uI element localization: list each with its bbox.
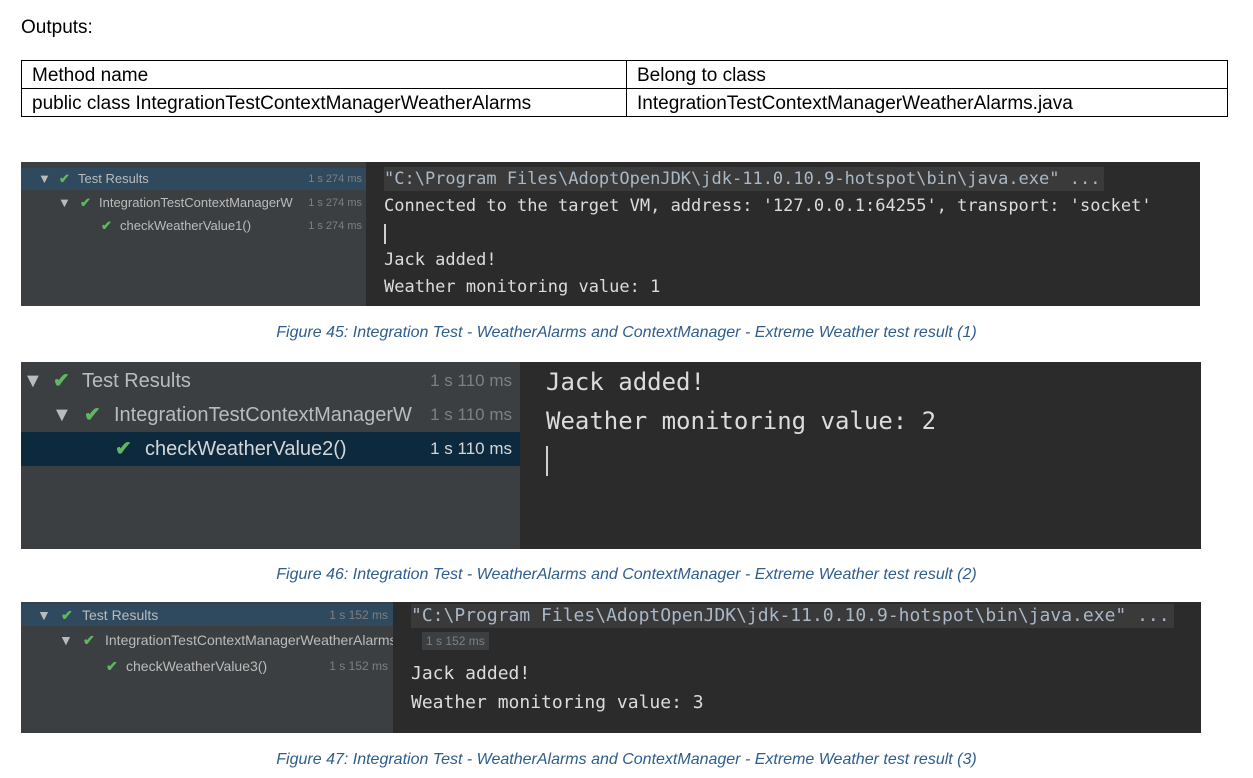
check-icon: ✔ <box>83 632 95 648</box>
console-line: Weather monitoring value: 3 <box>411 692 704 713</box>
tree-row-test-class[interactable]: ▼ ✔ IntegrationTestContextManagerWeather… <box>21 629 397 651</box>
expand-arrow-icon[interactable]: ▼ <box>52 398 72 432</box>
tree-label: checkWeatherValue1() <box>120 218 252 233</box>
tree-row-test-class[interactable]: ▼ ✔ IntegrationTestContextManagerW 1 s 1… <box>21 398 520 432</box>
check-icon: ✔ <box>61 607 73 623</box>
console-line: Jack added! <box>546 368 705 396</box>
console-command-line: "C:\Program Files\AdoptOpenJDK\jdk-11.0.… <box>384 167 1105 191</box>
tree-time: 1 s 274 ms <box>308 197 362 209</box>
tree-label: checkWeatherValue2() <box>145 438 347 460</box>
test-results-tree: ▼ ✔ Test Results 1 s 274 ms ▼ ✔ Integrat… <box>21 162 366 306</box>
figure-caption: Figure 47: Integration Test - WeatherAla… <box>276 751 977 768</box>
column-header-belong-to-class: Belong to class <box>626 60 1228 89</box>
tree-time: 1 s 110 ms <box>430 439 512 458</box>
outputs-heading: Outputs: <box>21 17 93 38</box>
tree-time: 1 s 152 ms <box>329 608 388 622</box>
check-icon: ✔ <box>84 404 101 426</box>
tree-label: IntegrationTestContextManagerW <box>99 195 293 210</box>
figure-caption: Figure 45: Integration Test - WeatherAla… <box>276 324 977 341</box>
text-cursor <box>384 224 386 244</box>
console-line: Jack added! <box>411 663 531 684</box>
tree-label: IntegrationTestContextManagerWeatherAlar… <box>105 632 397 648</box>
figure-caption: Figure 46: Integration Test - WeatherAla… <box>276 566 977 583</box>
tree-time: 1 s 152 ms <box>329 659 388 673</box>
tree-label: IntegrationTestContextManagerW <box>114 404 412 426</box>
expand-arrow-icon[interactable]: ▼ <box>59 629 73 651</box>
tree-label: Test Results <box>82 370 191 392</box>
tree-row-test-results[interactable]: ▼ ✔ Test Results 1 s 110 ms <box>21 364 520 398</box>
console-output[interactable]: "C:\Program Files\AdoptOpenJDK\jdk-11.0.… <box>366 162 1200 306</box>
text-cursor <box>546 446 548 476</box>
check-icon: ✔ <box>80 195 91 210</box>
class-file-cell: IntegrationTestContextManagerWeatherAlar… <box>626 88 1228 117</box>
tree-label: Test Results <box>78 171 149 186</box>
tree-row-test-method[interactable]: ✔ checkWeatherValue3() 1 s 152 ms <box>21 655 393 677</box>
tree-label: checkWeatherValue3() <box>126 658 268 674</box>
console-line: Weather monitoring value: 2 <box>546 407 937 435</box>
tree-row-test-results[interactable]: ▼ ✔ Test Results 1 s 274 ms <box>21 168 366 190</box>
tree-label: Test Results <box>82 607 159 623</box>
table-header-row: Method name Belong to class <box>21 60 1228 89</box>
console-output[interactable]: "C:\Program Files\AdoptOpenJDK\jdk-11.0.… <box>393 602 1201 733</box>
tree-time: 1 s 152 ms <box>422 632 489 650</box>
expand-arrow-icon[interactable]: ▼ <box>38 168 51 190</box>
console-line: Jack added! <box>384 250 497 270</box>
check-icon: ✔ <box>106 658 118 674</box>
tree-time: 1 s 274 ms <box>308 173 362 185</box>
console-line: Weather monitoring value: 1 <box>384 277 661 297</box>
expand-arrow-icon[interactable]: ▼ <box>37 604 51 626</box>
tree-row-test-class[interactable]: ▼ ✔ IntegrationTestContextManagerW 1 s 2… <box>21 192 366 214</box>
check-icon: ✔ <box>53 370 70 392</box>
table-row: public class IntegrationTestContextManag… <box>21 88 1228 117</box>
test-results-tree: ▼ ✔ Test Results 1 s 110 ms ▼ ✔ Integrat… <box>21 362 520 549</box>
method-name-cell: public class IntegrationTestContextManag… <box>21 88 627 117</box>
figure-46-screenshot: ▼ ✔ Test Results 1 s 110 ms ▼ ✔ Integrat… <box>21 362 1201 549</box>
expand-arrow-icon[interactable]: ▼ <box>58 192 71 214</box>
tree-time: 1 s 110 ms <box>430 405 512 424</box>
method-table: Method name Belong to class public class… <box>21 60 1228 117</box>
console-command-line: "C:\Program Files\AdoptOpenJDK\jdk-11.0.… <box>411 604 1174 628</box>
check-icon: ✔ <box>115 438 132 460</box>
check-icon: ✔ <box>59 171 70 186</box>
tree-row-test-method[interactable]: ✔ checkWeatherValue1() 1 s 274 ms <box>21 215 366 237</box>
column-header-method-name: Method name <box>21 60 627 89</box>
console-connected-line: Connected to the target VM, address: '12… <box>384 196 1152 216</box>
console-output[interactable]: Jack added! Weather monitoring value: 2 <box>520 362 1201 549</box>
figure-47-screenshot: ▼ ✔ Test Results 1 s 152 ms ▼ ✔ Integrat… <box>21 602 1201 733</box>
figure-45-screenshot: ▼ ✔ Test Results 1 s 274 ms ▼ ✔ Integrat… <box>21 162 1200 306</box>
expand-arrow-icon[interactable]: ▼ <box>23 364 43 398</box>
check-icon: ✔ <box>101 218 112 233</box>
tree-row-test-results[interactable]: ▼ ✔ Test Results 1 s 152 ms <box>21 604 393 626</box>
tree-time: 1 s 274 ms <box>308 220 362 232</box>
test-results-tree: ▼ ✔ Test Results 1 s 152 ms ▼ ✔ Integrat… <box>21 602 397 733</box>
tree-time: 1 s 110 ms <box>430 371 512 390</box>
tree-row-test-method[interactable]: ✔ checkWeatherValue2() 1 s 110 ms <box>21 432 520 466</box>
